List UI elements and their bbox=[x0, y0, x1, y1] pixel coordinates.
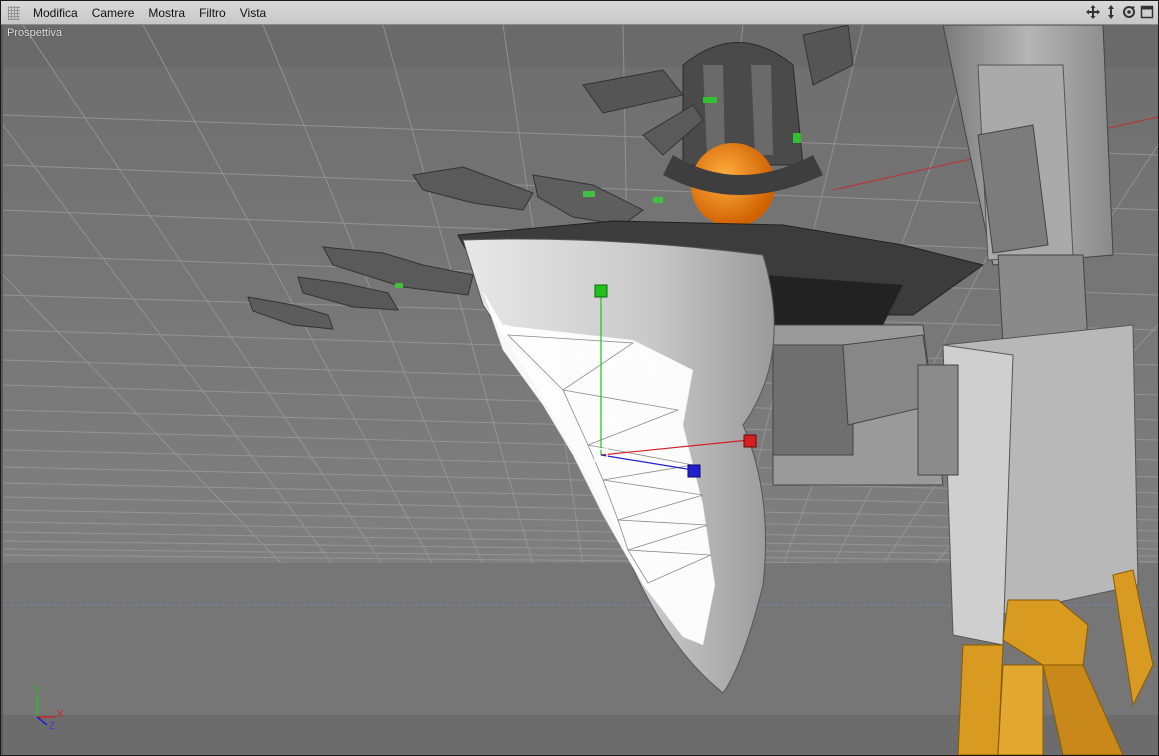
menu-filtro[interactable]: Filtro bbox=[192, 2, 233, 24]
3d-viewport[interactable]: Prospettiva Y X Z bbox=[3, 25, 1158, 755]
viewport-window: Modifica Camere Mostra Filtro Vista Pros… bbox=[0, 0, 1159, 756]
scene-render[interactable] bbox=[3, 25, 1158, 755]
axis-indicator: Y X Z bbox=[27, 685, 77, 735]
menu-camere[interactable]: Camere bbox=[85, 2, 142, 24]
rotate-icon[interactable] bbox=[1122, 5, 1136, 19]
move-icon[interactable] bbox=[1086, 5, 1100, 19]
axis-y-label: Y bbox=[34, 685, 41, 696]
axis-z-label: Z bbox=[49, 721, 56, 732]
menu-modifica[interactable]: Modifica bbox=[26, 2, 85, 24]
dolly-icon[interactable] bbox=[1104, 5, 1118, 19]
viewport-menubar: Modifica Camere Mostra Filtro Vista bbox=[1, 1, 1158, 25]
axis-x-label: X bbox=[57, 709, 64, 720]
viewport-nav-icons bbox=[1086, 5, 1154, 19]
camera-label: Prospettiva bbox=[7, 27, 63, 39]
menu-mostra[interactable]: Mostra bbox=[141, 2, 192, 24]
menu-vista[interactable]: Vista bbox=[233, 2, 273, 24]
menubar-grip-icon[interactable] bbox=[8, 5, 20, 20]
maximize-icon[interactable] bbox=[1140, 5, 1154, 19]
